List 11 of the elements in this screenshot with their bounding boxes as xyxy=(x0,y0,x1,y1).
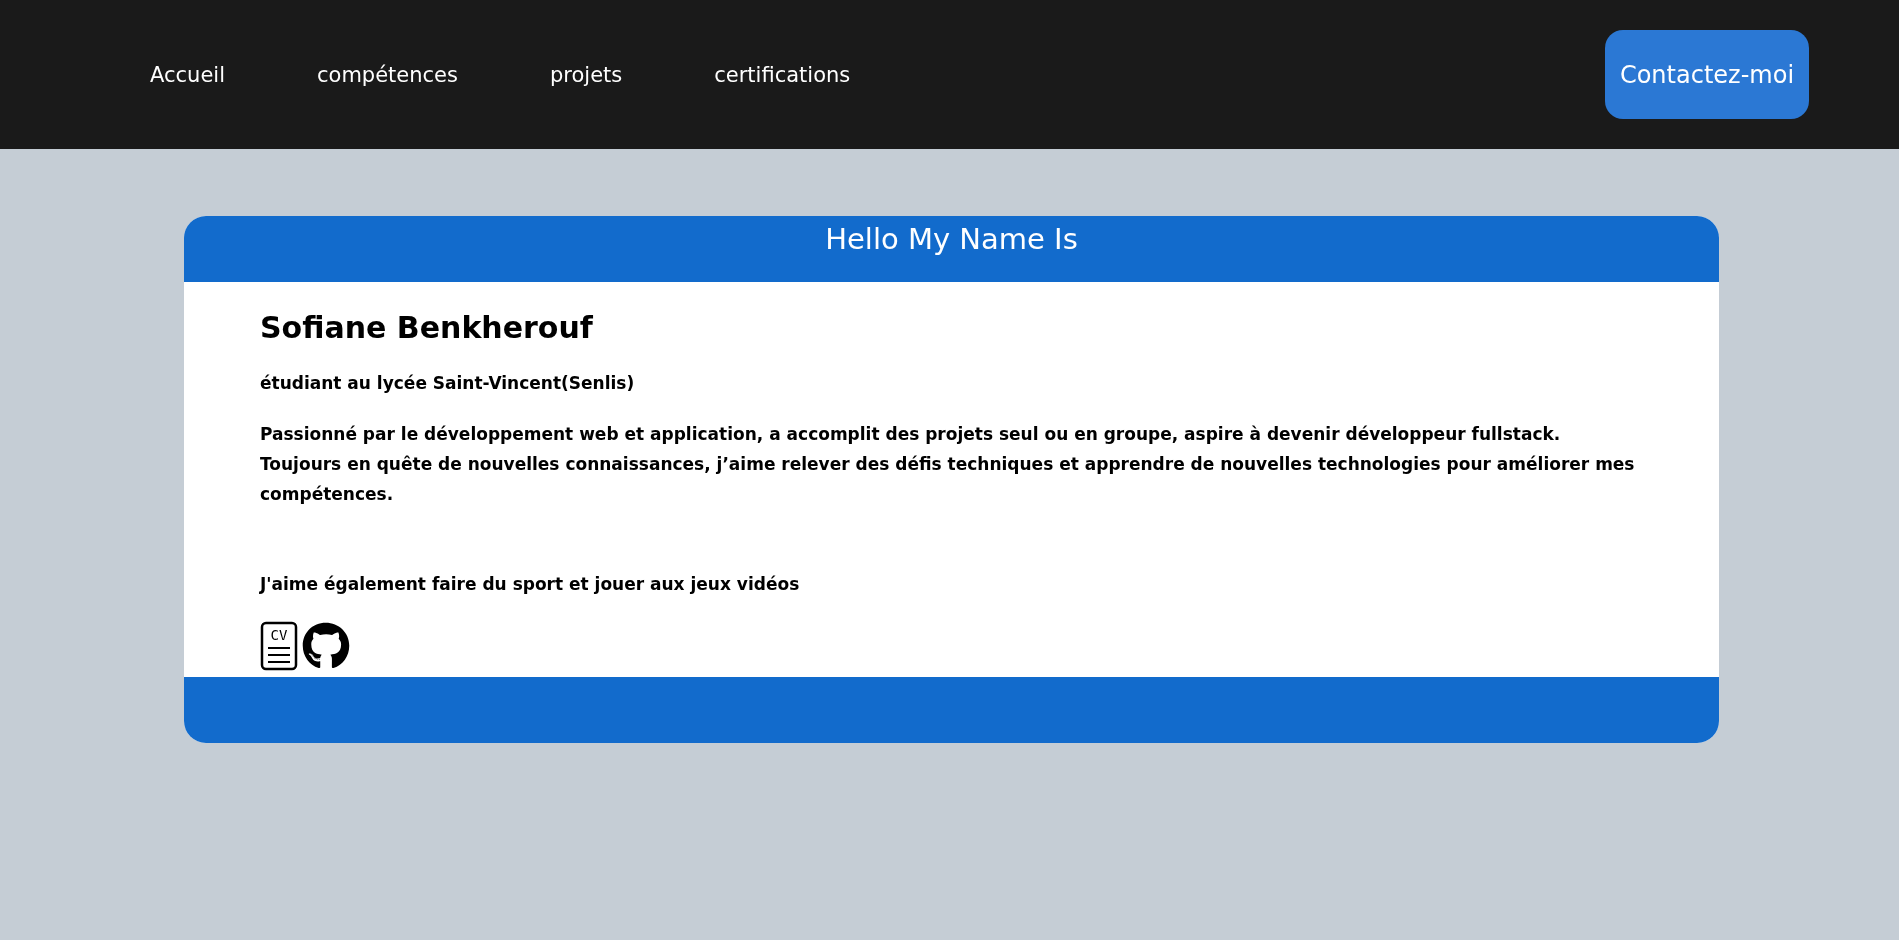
nav-link[interactable]: certifications xyxy=(704,58,861,91)
profile-name: Sofiane Benkherouf xyxy=(260,310,594,345)
profile-paragraph: Passionné par le développement web et application, a accomplit des projets seul ou en groupe, aspire à devenir développeur fullstack. Toujours en quête de nouvelles connaissances, j’aime relever des défis techniques et apprendre de nouvelles technologies pour améliorer mes compétences. xyxy=(260,423,1636,506)
nav-link[interactable]: projets xyxy=(540,58,633,91)
profile-subtitle: étudiant au lycée Saint-Vincent(Senlis) xyxy=(260,373,636,393)
nav-link[interactable]: compétences xyxy=(307,58,468,91)
card-title: Hello My Name Is xyxy=(825,222,1078,256)
cv-link[interactable]: CV xyxy=(260,621,298,671)
contact-button[interactable]: Contactez-moi xyxy=(1605,30,1809,119)
profile-paragraph: J'aime également faire du sport et jouer aux jeux vidéos xyxy=(260,573,801,596)
nav-link[interactable]: Accueil xyxy=(140,58,235,91)
